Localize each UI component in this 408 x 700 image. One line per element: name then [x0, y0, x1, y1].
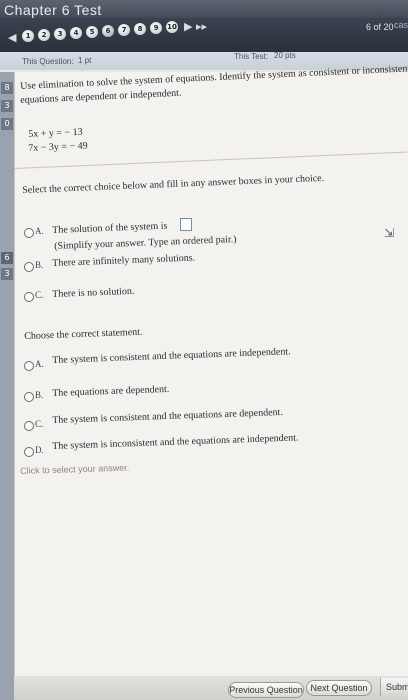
part1-option-b-radio[interactable] [24, 262, 34, 272]
question-dot-4[interactable]: 4 [70, 27, 82, 39]
question-dot-10[interactable]: 10 [166, 21, 178, 33]
part2-option-c-radio[interactable] [24, 421, 34, 431]
part2-option-b-radio[interactable] [24, 392, 34, 402]
cursor-icon: ⇲ [384, 226, 395, 240]
question-dot-3[interactable]: 3 [54, 28, 66, 40]
part2-option-b-letter: B. [35, 390, 44, 400]
question-dot-7[interactable]: 7 [118, 24, 130, 36]
rail-tab-3[interactable]: 0 [1, 118, 13, 130]
part2-option-c-letter: C. [35, 419, 44, 429]
this-test-label: This Test: [234, 52, 269, 61]
rail-tab-1[interactable]: 8 [1, 82, 13, 94]
part2-option-a-radio[interactable] [24, 361, 34, 371]
part2-option-d-letter: D. [35, 445, 44, 455]
chapter-title: Chapter 6 Test [4, 2, 102, 18]
prev-arrow-icon[interactable]: ◀ [8, 31, 16, 44]
this-question-points: 1 pt [78, 56, 92, 65]
part1-option-b-letter: B. [35, 260, 44, 270]
question-dot-8[interactable]: 8 [134, 23, 146, 35]
this-test-points: 20 pts [274, 51, 296, 60]
next-question-button[interactable]: Next Question [306, 680, 372, 696]
previous-question-button[interactable]: Previous Question [228, 682, 304, 698]
submit-button[interactable]: Subm [380, 678, 408, 696]
part2-option-d-radio[interactable] [24, 447, 34, 457]
question-count-suffix: cas [394, 20, 408, 30]
part1-option-c-letter: C. [35, 290, 44, 300]
equation-1: 5x + y = − 13 [28, 126, 83, 140]
part2-option-a-letter: A. [35, 359, 44, 369]
equation-2: 7x − 3y = − 49 [28, 140, 88, 154]
part1-option-c-radio[interactable] [24, 292, 34, 302]
rail-tab-5[interactable]: 3 [1, 268, 13, 280]
next-arrow-icon[interactable]: ▶ ▸▸ [184, 20, 207, 33]
part1-option-a-radio[interactable] [24, 228, 34, 238]
question-count: 6 of 20 [366, 22, 394, 32]
rail-tab-2[interactable]: 3 [1, 100, 13, 112]
side-rail [0, 72, 14, 700]
question-dot-6-current[interactable]: 6 [102, 25, 114, 37]
solution-answer-box[interactable] [180, 218, 192, 231]
question-dot-9[interactable]: 9 [150, 22, 162, 34]
part1-option-a-letter: A. [35, 226, 44, 236]
question-dot-2[interactable]: 2 [38, 29, 50, 41]
question-dot-5[interactable]: 5 [86, 26, 98, 38]
rail-tab-4[interactable]: 6 [1, 252, 13, 264]
this-question-label: This Question: [22, 57, 74, 66]
question-dot-1[interactable]: 1 [22, 30, 34, 42]
